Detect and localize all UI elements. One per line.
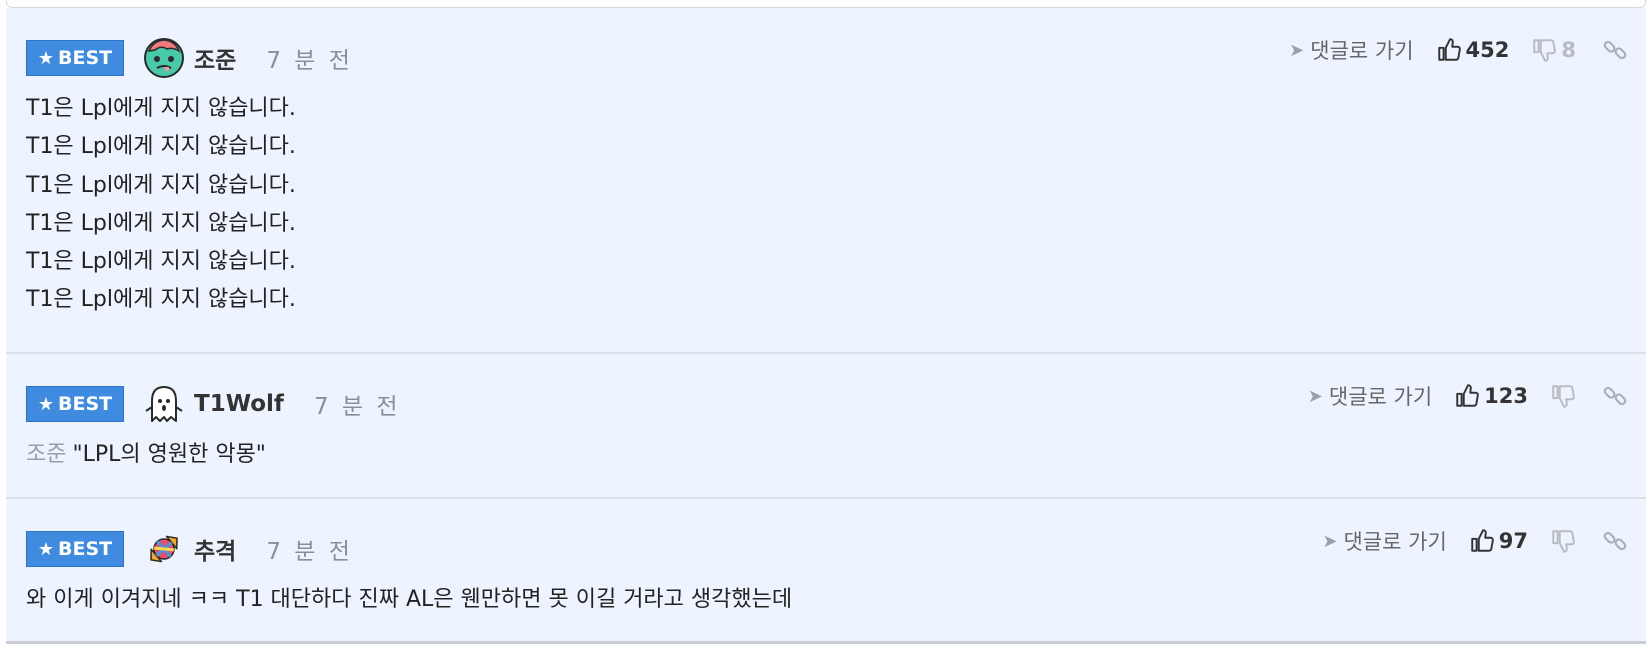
best-badge: ★ BEST [26,40,124,76]
share-link-button[interactable] [1602,528,1628,554]
author-nickname[interactable]: T1Wolf [194,391,284,417]
best-badge: ★ BEST [26,386,124,422]
goto-comment-label: 댓글로 가기 [1343,530,1447,554]
comment-line: T1은 Lpl에게 지지 않습니다. [26,287,296,313]
goto-comment-button[interactable]: ➤ 댓글로 가기 [1289,35,1413,65]
comment-text: 와 이게 이겨지네 ㅋㅋ T1 대단하다 진짜 AL은 웬만하면 못 이길 거라… [26,587,793,612]
like-button[interactable]: 452 [1436,37,1510,63]
goto-comment-button[interactable]: ➤ 댓글로 가기 [1322,526,1446,556]
comment-time: 7 분 전 [313,394,401,420]
like-button[interactable]: 123 [1454,383,1528,409]
star-icon: ★ [37,47,55,69]
goto-comment-label: 댓글로 가기 [1310,39,1414,63]
thumbs-up-icon [1469,528,1495,554]
ghost-avatar-icon[interactable] [142,382,186,426]
best-badge-label: BEST [58,47,113,69]
best-badge: ★ BEST [26,531,124,567]
goto-comment-label: 댓글로 가기 [1328,385,1433,409]
link-icon [1602,383,1628,409]
thumbs-down-icon [1550,528,1576,554]
dislike-button[interactable] [1550,383,1576,409]
send-arrow-icon: ➤ [1322,530,1338,552]
comment-header: ★ BEST 추격 7 분 전 [26,529,353,569]
comment-time: 7 분 전 [266,48,353,74]
like-count: 97 [1498,529,1528,553]
comment-line: T1은 Lpl에게 지지 않습니다. [26,96,296,121]
comment-line: T1은 Lpl에게 지지 않습니다. [26,134,296,160]
comment-text: "LPL의 영원한 악몽" [72,442,266,467]
comment-item: ★ BEST 추격 7 분 전 ➤ 댓글로 가기 97 와 이게 이겨지네 ㅋㅋ… [6,499,1646,644]
thumbs-down-icon [1550,383,1576,409]
like-count: 123 [1484,384,1528,408]
thumbs-up-icon [1436,37,1462,63]
like-count: 452 [1465,38,1510,62]
thumbs-up-icon [1454,383,1480,409]
comment-actions: ➤ 댓글로 가기 97 [1322,523,1628,559]
share-link-button[interactable] [1602,383,1628,409]
star-icon: ★ [37,393,55,415]
link-icon [1602,528,1628,554]
zombie-avatar-icon[interactable] [142,36,186,80]
comment-body: T1은 Lpl에게 지지 않습니다. T1은 Lpl에게 지지 않습니다. T1… [26,90,296,320]
comment-time: 7 분 전 [266,539,353,565]
share-link-button[interactable] [1602,37,1628,63]
star-icon: ★ [37,538,55,560]
author-nickname[interactable]: 추격 [194,532,236,566]
comment-actions: ➤ 댓글로 가기 452 8 [1289,32,1628,68]
comment-body: 와 이게 이겨지네 ㅋㅋ T1 대단하다 진짜 AL은 웬만하면 못 이길 거라… [26,581,792,619]
comment-line: T1은 Lpl에게 지지 않습니다. [26,172,296,198]
comment-actions: ➤ 댓글로 가기 123 [1308,378,1628,414]
send-arrow-icon: ➤ [1289,39,1305,61]
author-nickname[interactable]: 조준 [194,41,236,75]
comment-line: T1은 Lpl에게 지지 않습니다. [26,210,296,236]
dislike-count: 8 [1561,38,1576,62]
mention-nickname[interactable]: 조준 [26,442,66,467]
thumbs-down-icon [1531,37,1557,63]
best-badge-label: BEST [58,393,113,415]
comment-item: ★ BEST T1Wolf 7 분 전 ➤ 댓글로 가기 123 조준 "LPL… [6,354,1646,499]
comment-header: ★ BEST 조준 7 분 전 [26,38,353,78]
comment-body: 조준 "LPL의 영원한 악몽" [26,436,266,474]
dislike-button[interactable] [1550,528,1576,554]
best-badge-label: BEST [58,538,113,560]
goto-comment-button[interactable]: ➤ 댓글로 가기 [1308,381,1432,411]
link-icon [1602,37,1628,63]
previous-container-edge [6,0,1646,8]
send-arrow-icon: ➤ [1307,385,1323,407]
dislike-button[interactable]: 8 [1531,37,1576,63]
comment-header: ★ BEST T1Wolf 7 분 전 [26,384,401,424]
like-button[interactable]: 97 [1469,528,1528,554]
best-comments-list: ★ BEST 조준 7 분 전 ➤ 댓글로 가기 452 8 T1은 Lpl에게… [6,8,1646,644]
comment-item: ★ BEST 조준 7 분 전 ➤ 댓글로 가기 452 8 T1은 Lpl에게… [6,8,1646,354]
comment-line: T1은 Lpl에게 지지 않습니다. [26,249,296,275]
candy-avatar-icon[interactable] [142,527,186,571]
